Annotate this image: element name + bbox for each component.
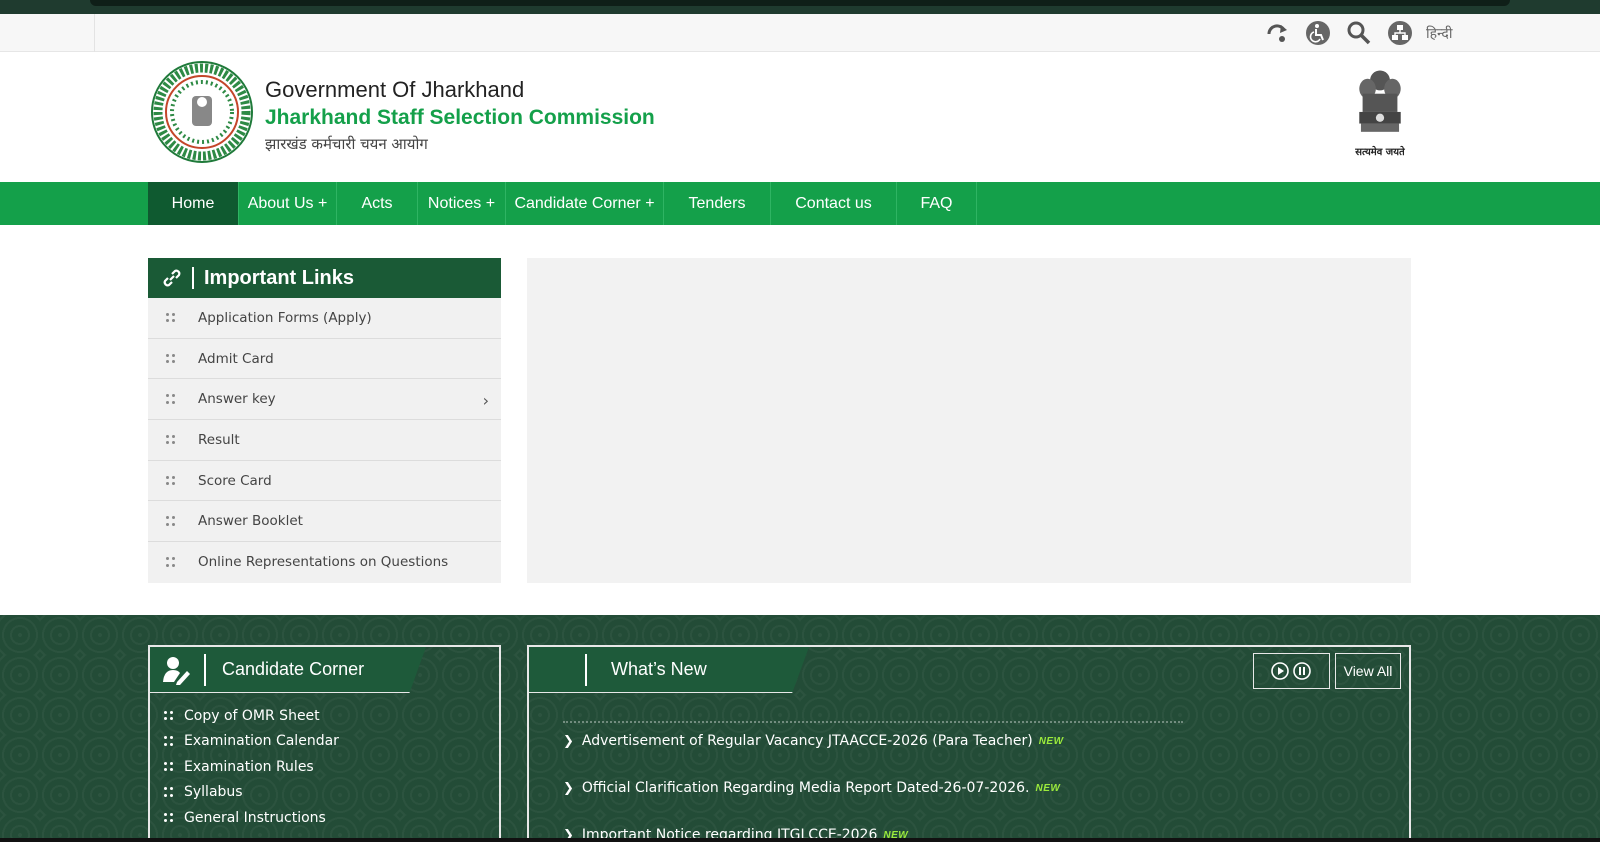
play-pause-icon bbox=[1270, 662, 1311, 680]
important-links-header: Important Links bbox=[148, 258, 501, 298]
nav-tenders[interactable]: Tenders bbox=[664, 182, 771, 225]
cc-item-general-instructions[interactable]: General Instructions bbox=[164, 805, 339, 831]
grip-dots-icon bbox=[164, 710, 174, 721]
page: हिन्दी Government Of Jharkhand Jharkhand… bbox=[0, 14, 1600, 840]
search-icon[interactable] bbox=[1344, 18, 1374, 48]
link-label: Answer Booklet bbox=[198, 513, 303, 530]
link-label: Answer key bbox=[198, 391, 276, 408]
candidate-corner-panel: Candidate Corner Copy of OMR Sheet Exami… bbox=[148, 645, 501, 840]
candidate-corner-header: Candidate Corner bbox=[150, 647, 426, 693]
grip-dots-icon bbox=[166, 353, 176, 364]
hindi-language-link[interactable]: हिन्दी bbox=[1426, 24, 1452, 43]
organization-title[interactable]: Jharkhand Staff Selection Commission bbox=[265, 104, 655, 132]
window-top-edge bbox=[0, 0, 1600, 14]
grip-dots-icon bbox=[164, 736, 174, 746]
government-title: Government Of Jharkhand bbox=[265, 77, 525, 102]
main-navigation: Home About Us + Acts Notices + Candidate… bbox=[0, 182, 1600, 225]
refresh-icon[interactable] bbox=[1262, 18, 1292, 48]
link-label: Application Forms (Apply) bbox=[198, 309, 372, 326]
cc-item-label: Examination Calendar bbox=[184, 733, 339, 750]
whats-new-list: ❯ Advertisement of Regular Vacancy JTAAC… bbox=[563, 733, 1383, 840]
link-answer-booklet[interactable]: Answer Booklet bbox=[148, 501, 501, 543]
candidate-corner-list: Copy of OMR Sheet Examination Calendar E… bbox=[164, 703, 339, 831]
whats-new-title: What’s New bbox=[611, 659, 707, 679]
utility-icons: हिन्दी bbox=[1262, 18, 1452, 48]
whats-new-item[interactable]: ❯ Official Clarification Regarding Media… bbox=[563, 780, 1383, 796]
whats-new-header: What’s New bbox=[529, 647, 809, 693]
whats-new-panel: What’s New View All ❯ Advertisement of R… bbox=[527, 645, 1411, 840]
header-separator bbox=[585, 653, 587, 686]
cc-item-examination-rules[interactable]: Examination Rules bbox=[164, 754, 339, 780]
whats-new-item[interactable]: ❯ Advertisement of Regular Vacancy JTAAC… bbox=[563, 733, 1383, 749]
link-online-representations[interactable]: Online Representations on Questions bbox=[148, 542, 501, 583]
grip-dots-icon bbox=[166, 312, 176, 323]
header-titles: Government Of Jharkhand Jharkhand Staff … bbox=[265, 76, 655, 156]
link-label: Online Representations on Questions bbox=[198, 554, 449, 571]
banner-slider[interactable] bbox=[527, 258, 1411, 583]
link-label: Score Card bbox=[198, 472, 272, 489]
link-admit-card[interactable]: Admit Card bbox=[148, 339, 501, 380]
grip-dots-icon bbox=[166, 557, 176, 567]
grip-dots-icon bbox=[164, 812, 174, 823]
grip-dots-icon bbox=[166, 516, 176, 526]
link-result[interactable]: Result bbox=[148, 420, 501, 461]
accessibility-icon[interactable] bbox=[1303, 18, 1333, 48]
cc-item-label: Syllabus bbox=[184, 784, 243, 801]
link-answer-key[interactable]: Answer key › bbox=[148, 379, 501, 421]
grip-dots-icon bbox=[166, 394, 176, 404]
grip-dots-icon bbox=[166, 434, 176, 445]
grip-dots-icon bbox=[164, 761, 174, 772]
important-links-title: Important Links bbox=[204, 266, 355, 289]
user-edit-icon bbox=[163, 656, 190, 685]
grip-dots-icon bbox=[164, 787, 174, 797]
cc-item-label: Examination Rules bbox=[184, 758, 314, 775]
header-separator bbox=[192, 267, 194, 289]
important-links-panel: Important Links Application Forms (Apply… bbox=[148, 258, 501, 583]
national-emblem: सत्यमेव जयते bbox=[1345, 62, 1415, 158]
play-pause-button[interactable] bbox=[1253, 653, 1330, 689]
chevron-right-icon: ❯ bbox=[563, 733, 574, 749]
cc-item-syllabus[interactable]: Syllabus bbox=[164, 780, 339, 806]
grip-dots-icon bbox=[166, 475, 176, 486]
organization-title-hindi: झारखंड कर्मचारी चयन आयोग bbox=[265, 135, 428, 153]
cc-item-label: General Instructions bbox=[184, 809, 326, 826]
whats-new-controls: View All bbox=[1248, 653, 1401, 689]
whats-new-item-label: Advertisement of Regular Vacancy JTAACCE… bbox=[581, 733, 1033, 749]
window-bottom-edge bbox=[0, 838, 1600, 842]
new-badge: NEW bbox=[1038, 735, 1064, 747]
nav-contact-us[interactable]: Contact us bbox=[771, 182, 897, 225]
chevron-right-icon: › bbox=[482, 391, 489, 411]
nav-notices[interactable]: Notices + bbox=[418, 182, 506, 225]
jssc-logo[interactable] bbox=[150, 60, 254, 164]
cc-item-label: Copy of OMR Sheet bbox=[184, 707, 320, 724]
view-all-button[interactable]: View All bbox=[1335, 653, 1401, 689]
link-application-forms[interactable]: Application Forms (Apply) bbox=[148, 298, 501, 339]
utility-divider bbox=[94, 14, 95, 52]
nav-acts[interactable]: Acts bbox=[337, 182, 418, 225]
site-header: Government Of Jharkhand Jharkhand Staff … bbox=[0, 52, 1600, 182]
link-label: Result bbox=[198, 431, 240, 448]
window-top-bar bbox=[90, 0, 1510, 6]
nav-about-us[interactable]: About Us + bbox=[239, 182, 337, 225]
ashoka-emblem-icon bbox=[1359, 70, 1401, 132]
link-score-card[interactable]: Score Card bbox=[148, 461, 501, 502]
whats-new-item-label: Official Clarification Regarding Media R… bbox=[581, 780, 1030, 796]
cc-item-omr-sheet[interactable]: Copy of OMR Sheet bbox=[164, 703, 339, 729]
candidate-corner-title: Candidate Corner bbox=[222, 659, 365, 679]
updates-section: Candidate Corner Copy of OMR Sheet Exami… bbox=[0, 615, 1600, 840]
scroll-cutoff-line bbox=[563, 721, 1183, 723]
link-label: Admit Card bbox=[198, 350, 274, 367]
nav-home[interactable]: Home bbox=[148, 182, 239, 225]
header-separator bbox=[204, 653, 206, 686]
utility-bar: हिन्दी bbox=[0, 14, 1600, 52]
nav-faq[interactable]: FAQ bbox=[897, 182, 977, 225]
new-badge: NEW bbox=[1035, 782, 1061, 794]
emblem-motto: सत्यमेव जयते bbox=[1355, 147, 1405, 158]
cc-item-examination-calendar[interactable]: Examination Calendar bbox=[164, 729, 339, 755]
link-icon bbox=[163, 269, 181, 287]
nav-candidate-corner[interactable]: Candidate Corner + bbox=[506, 182, 664, 225]
chevron-right-icon: ❯ bbox=[563, 780, 574, 796]
sitemap-icon[interactable] bbox=[1385, 18, 1415, 48]
